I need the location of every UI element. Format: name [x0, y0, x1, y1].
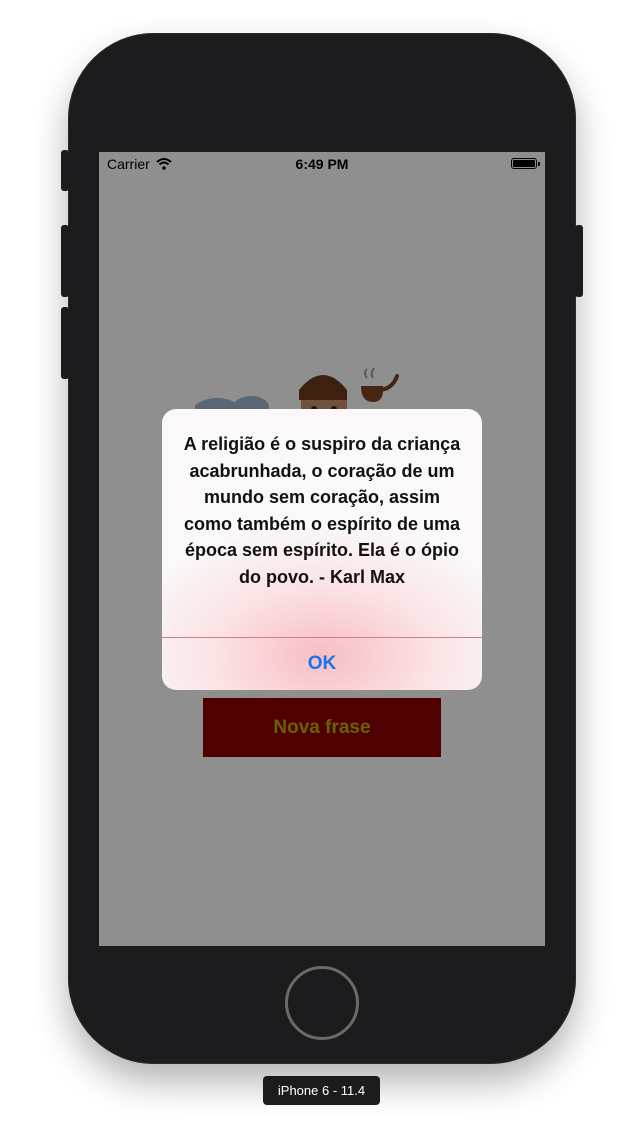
battery-icon [511, 158, 537, 169]
status-time: 6:49 PM [295, 156, 349, 172]
status-bar: Carrier 6:49 PM [99, 152, 545, 176]
power-button [575, 225, 583, 297]
alert-ok-button[interactable]: OK [162, 638, 482, 690]
battery-level [513, 160, 535, 167]
home-button[interactable] [285, 966, 359, 1040]
device-screen: Nova frase Carrier 6:49 PM A religião é … [99, 152, 545, 946]
battery-tip [538, 162, 540, 166]
quote-alert: A religião é o suspiro da criança acabru… [162, 409, 482, 690]
mute-switch [61, 150, 69, 191]
simulator-stage: Nova frase Carrier 6:49 PM A religião é … [0, 0, 644, 1146]
alert-message: A religião é o suspiro da criança acabru… [183, 434, 461, 587]
simulator-device-label: iPhone 6 - 11.4 [263, 1076, 380, 1105]
volume-down-button [61, 307, 69, 379]
volume-up-button [61, 225, 69, 297]
